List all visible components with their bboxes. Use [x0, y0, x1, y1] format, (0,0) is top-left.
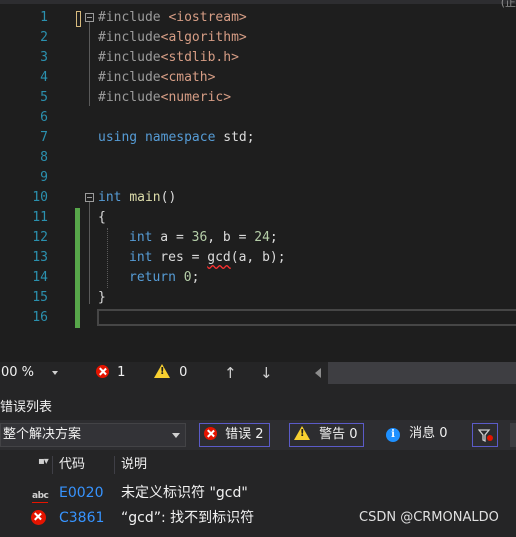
line-number: 15	[32, 290, 48, 305]
abc-spell-icon: abc	[32, 491, 49, 501]
filter-icon	[478, 429, 493, 443]
watermark: CSDN @CRMONALDO	[359, 510, 499, 525]
column-header-description[interactable]: 说明	[121, 453, 147, 477]
warning-icon	[294, 426, 310, 440]
line-content: {	[98, 210, 106, 225]
code-line-10[interactable]: 10 int main()	[0, 188, 516, 208]
warning-count-indicator[interactable]: 0	[154, 362, 187, 384]
errors-filter-button[interactable]: 错误 2	[199, 423, 270, 447]
scroll-left-icon[interactable]	[315, 368, 321, 378]
scope-value: 整个解决方案	[3, 427, 82, 442]
next-issue-arrow-icon[interactable]: ↓	[260, 362, 273, 384]
previous-issue-arrow-icon[interactable]: ↑	[224, 362, 237, 384]
zoom-level: 00 %	[1, 365, 35, 380]
warning-count: 0	[179, 365, 188, 380]
column-divider[interactable]	[114, 456, 115, 474]
line-number: 7	[40, 130, 48, 145]
chevron-down-icon	[172, 433, 180, 438]
panel-title: 错误列表	[0, 400, 53, 415]
editor-status-bar: 00 % 1 0 ↑ ↓	[0, 362, 516, 384]
line-content: }	[98, 290, 106, 305]
line-number: 2	[40, 30, 48, 45]
line-number: 8	[40, 150, 48, 165]
line-number: 12	[32, 230, 48, 245]
code-line-15[interactable]: 15 }	[0, 288, 516, 308]
warnings-filter-label: 警告 0	[319, 427, 358, 442]
scope-dropdown[interactable]: 整个解决方案	[0, 423, 186, 447]
error-row[interactable]: abc E0020 未定义标识符 "gcd"	[0, 480, 516, 506]
error-list-toolbar: 整个解决方案 错误 2 警告 0 i 消息 0	[0, 420, 516, 450]
line-number: 3	[40, 50, 48, 65]
column-header-code[interactable]: 代码	[59, 453, 85, 477]
error-code[interactable]: C3861	[59, 505, 104, 531]
error-icon	[96, 365, 109, 378]
line-number: 16	[32, 310, 48, 325]
warning-icon	[154, 364, 170, 378]
code-line-4[interactable]: 4 #include<cmath>	[0, 68, 516, 88]
line-content: #include<stdlib.h>	[98, 50, 239, 65]
code-line-2[interactable]: 2 #include<algorithm>	[0, 28, 516, 48]
editor-top-strip: (正	[0, 0, 516, 9]
zoom-dropdown[interactable]: 00 %	[0, 362, 64, 384]
line-content: int a = 36, b = 24;	[129, 230, 278, 245]
code-line-8[interactable]: 8	[0, 148, 516, 168]
gcd-error-squiggle: gcd	[207, 250, 231, 265]
line-content: int main()	[98, 190, 177, 205]
line-number: 4	[40, 70, 48, 85]
toolbar-overflow	[510, 423, 516, 447]
line-content: return 0;	[129, 270, 200, 285]
line-number: 6	[40, 110, 48, 125]
code-line-14[interactable]: 14 return 0;	[0, 268, 516, 288]
line-content: #include<algorithm>	[98, 30, 247, 45]
error-count-indicator[interactable]: 1	[96, 362, 125, 384]
info-icon: i	[386, 428, 400, 442]
column-divider[interactable]	[52, 456, 53, 474]
code-line-1[interactable]: 1 #include <iostream>	[0, 8, 516, 28]
error-code[interactable]: E0020	[59, 480, 103, 506]
chevron-down-icon	[52, 371, 58, 375]
line-content: #include<cmath>	[98, 70, 216, 85]
line-number: 9	[40, 170, 48, 185]
code-line-16[interactable]: 16	[0, 308, 516, 328]
code-line-5[interactable]: 5 #include<numeric>	[0, 88, 516, 108]
error-list-panel: 错误列表 整个解决方案 错误 2 警告 0 i 消息 0 ▪▾ 代码 说明	[0, 384, 516, 537]
code-editor[interactable]: (正 1 #include <iostream> 2 #include<algo…	[0, 0, 516, 362]
code-line-3[interactable]: 3 #include<stdlib.h>	[0, 48, 516, 68]
sort-icon[interactable]: ▪▾	[38, 456, 49, 467]
line-content: #include<numeric>	[98, 90, 232, 105]
line-number: 11	[32, 210, 48, 225]
code-line-9[interactable]: 9	[0, 168, 516, 188]
error-icon	[204, 427, 217, 440]
warnings-filter-button[interactable]: 警告 0	[289, 423, 364, 447]
messages-filter-label: 消息 0	[409, 426, 448, 441]
line-content: int res = gcd(a, b);	[129, 250, 286, 265]
code-line-6[interactable]: 6	[0, 108, 516, 128]
code-line-12[interactable]: 12 int a = 36, b = 24;	[0, 228, 516, 248]
error-description: “gcd”: 找不到标识符	[121, 510, 255, 526]
code-line-7[interactable]: 7 using namespace std;	[0, 128, 516, 148]
line-content: using namespace std;	[98, 130, 255, 145]
horizontal-scrollbar[interactable]	[328, 362, 516, 384]
messages-filter-button[interactable]: i 消息 0	[382, 423, 452, 447]
error-list-header: ▪▾ 代码 说明	[0, 453, 516, 477]
error-count: 1	[117, 365, 126, 380]
line-number: 5	[40, 90, 48, 105]
errors-filter-label: 错误 2	[225, 427, 264, 442]
line-number: 10	[32, 190, 48, 205]
build-filter-button[interactable]	[472, 423, 498, 447]
line-content: #include <iostream>	[98, 10, 247, 25]
line-number: 1	[40, 10, 48, 25]
error-description: 未定义标识符 "gcd"	[121, 485, 248, 501]
error-icon	[31, 510, 46, 527]
line-number: 13	[32, 250, 48, 265]
code-line-11[interactable]: 11 {	[0, 208, 516, 228]
code-line-13[interactable]: 13 int res = gcd(a, b);	[0, 248, 516, 268]
line-number: 14	[32, 270, 48, 285]
